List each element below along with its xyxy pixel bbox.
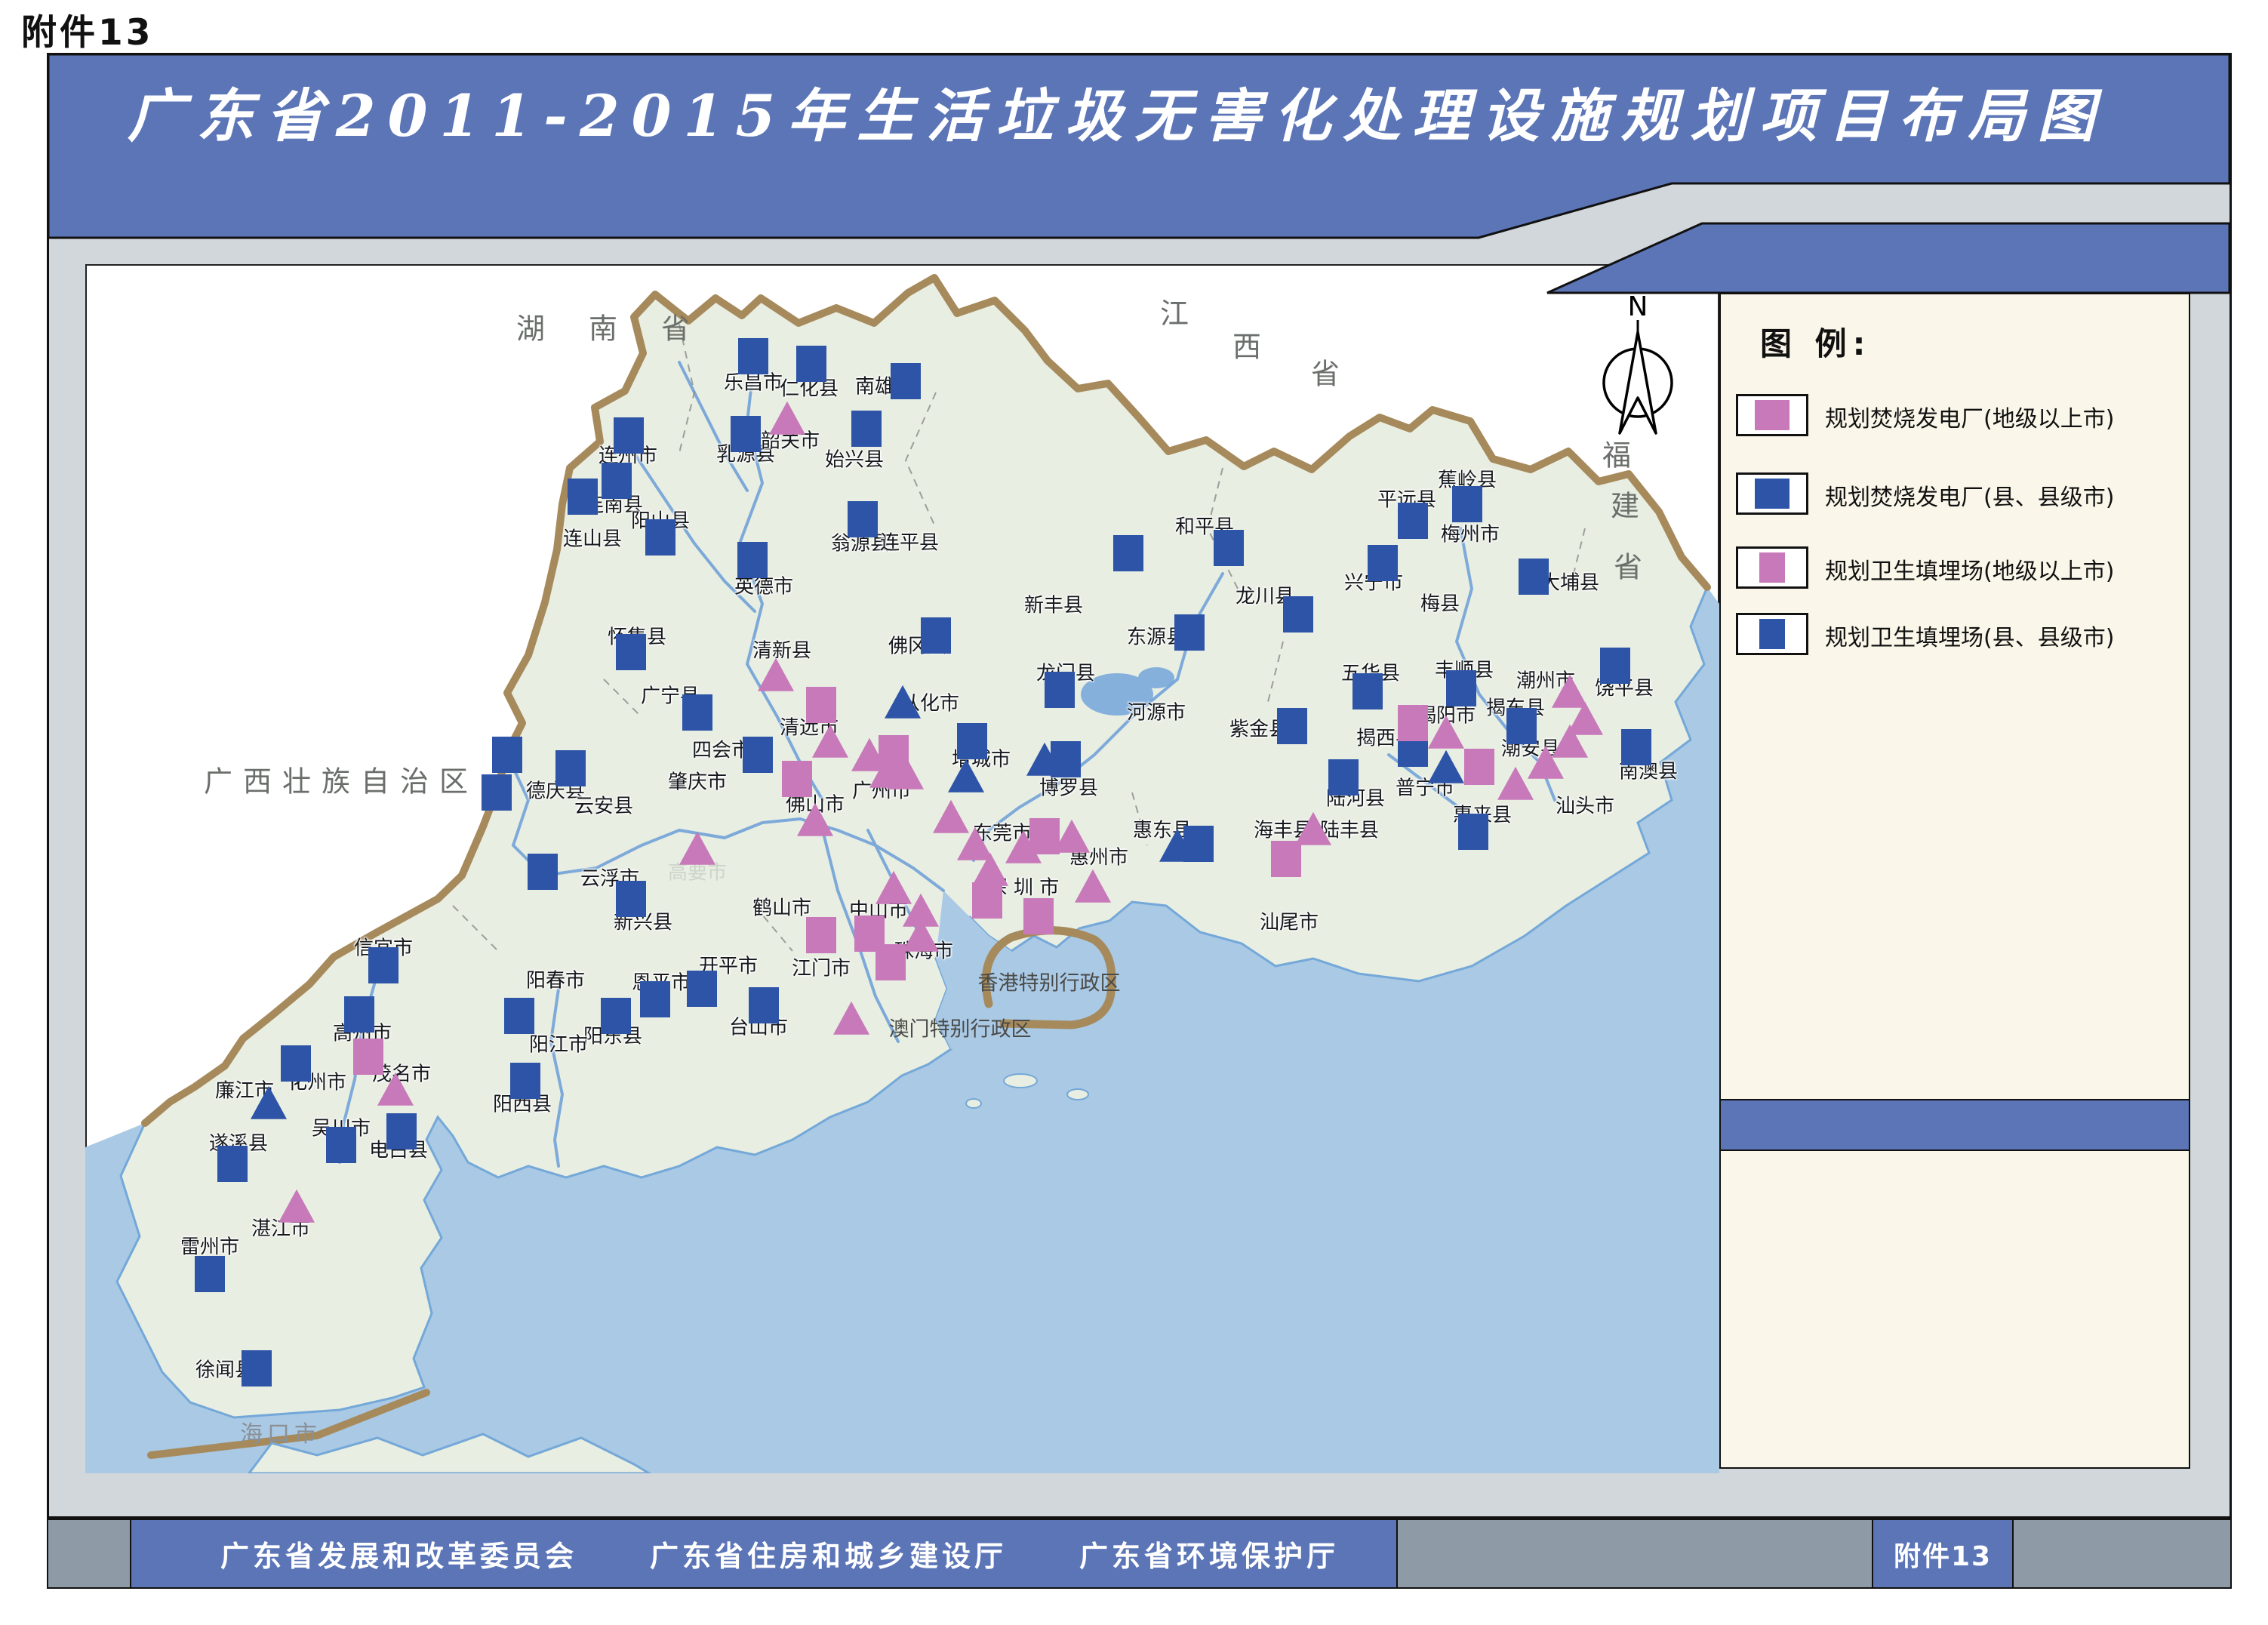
- north-compass-icon: N: [1577, 288, 1698, 451]
- legend-symbol-box: [1736, 613, 1808, 655]
- legend-divider-band: [1719, 1099, 2190, 1151]
- legend-item: 规划卫生填埋场(地级以上市): [1721, 546, 2189, 592]
- legend-item-label: 规划焚烧发电厂(县、县级市): [1825, 479, 2114, 512]
- legend-item-label: 规划焚烧发电厂(地级以上市): [1825, 400, 2114, 433]
- footer-gray-block-right: [2014, 1520, 2230, 1587]
- islet: [1067, 1089, 1088, 1100]
- islet: [1004, 1074, 1037, 1088]
- footer-gray-block-left: [48, 1520, 131, 1587]
- legend-item: 规划卫生填埋场(县、县级市): [1721, 613, 2189, 658]
- legend-symbol-box: [1736, 472, 1808, 515]
- page: 附件13: [0, 0, 2268, 1625]
- blue-square-icon: [1759, 619, 1785, 649]
- attachment-label-top: 附件13: [21, 3, 153, 55]
- footer-attachment-label: 附件13: [1873, 1520, 2014, 1587]
- legend-item-label: 规划卫生填埋场(县、县级市): [1825, 619, 2114, 652]
- legend-panel: 图 例: 规划焚烧发电厂(地级以上市) 规划焚烧发电厂(县、县级市) 规划卫生填埋场…: [1719, 293, 2190, 1469]
- compass-n-label: N: [1628, 291, 1648, 322]
- legend-item: 规划焚烧发电厂(县、县级市): [1721, 472, 2189, 518]
- blue-triangle-icon: [1755, 479, 1789, 509]
- map-drawing: [85, 264, 1719, 1473]
- legend-symbol-box: [1736, 394, 1808, 436]
- map-title: 广东省2011-2015年生活垃圾无害化处理设施规划项目布局图: [121, 69, 2113, 152]
- legend-item-label: 规划卫生填埋场(地级以上市): [1825, 552, 2114, 586]
- islet: [966, 1099, 981, 1108]
- footer-agency-name: 广东省发展和改革委员会: [220, 1533, 577, 1574]
- footer-agency-name: 广东省环境保护厅: [1079, 1533, 1339, 1574]
- footer-gray-block-mid: [1398, 1520, 1873, 1587]
- footer-bar: 广东省发展和改革委员会 广东省住房和城乡建设厅 广东省环境保护厅 附件13: [47, 1519, 2232, 1589]
- footer-agencies: 广东省发展和改革委员会 广东省住房和城乡建设厅 广东省环境保护厅: [131, 1520, 1398, 1587]
- footer-agency-name: 广东省住房和城乡建设厅: [650, 1533, 1007, 1574]
- legend-item: 规划焚烧发电厂(地级以上市): [1721, 394, 2189, 439]
- pink-triangle-icon: [1755, 400, 1789, 430]
- pink-square-icon: [1759, 552, 1785, 583]
- legend-title: 图 例:: [1760, 319, 1871, 365]
- legend-symbol-box: [1736, 546, 1808, 589]
